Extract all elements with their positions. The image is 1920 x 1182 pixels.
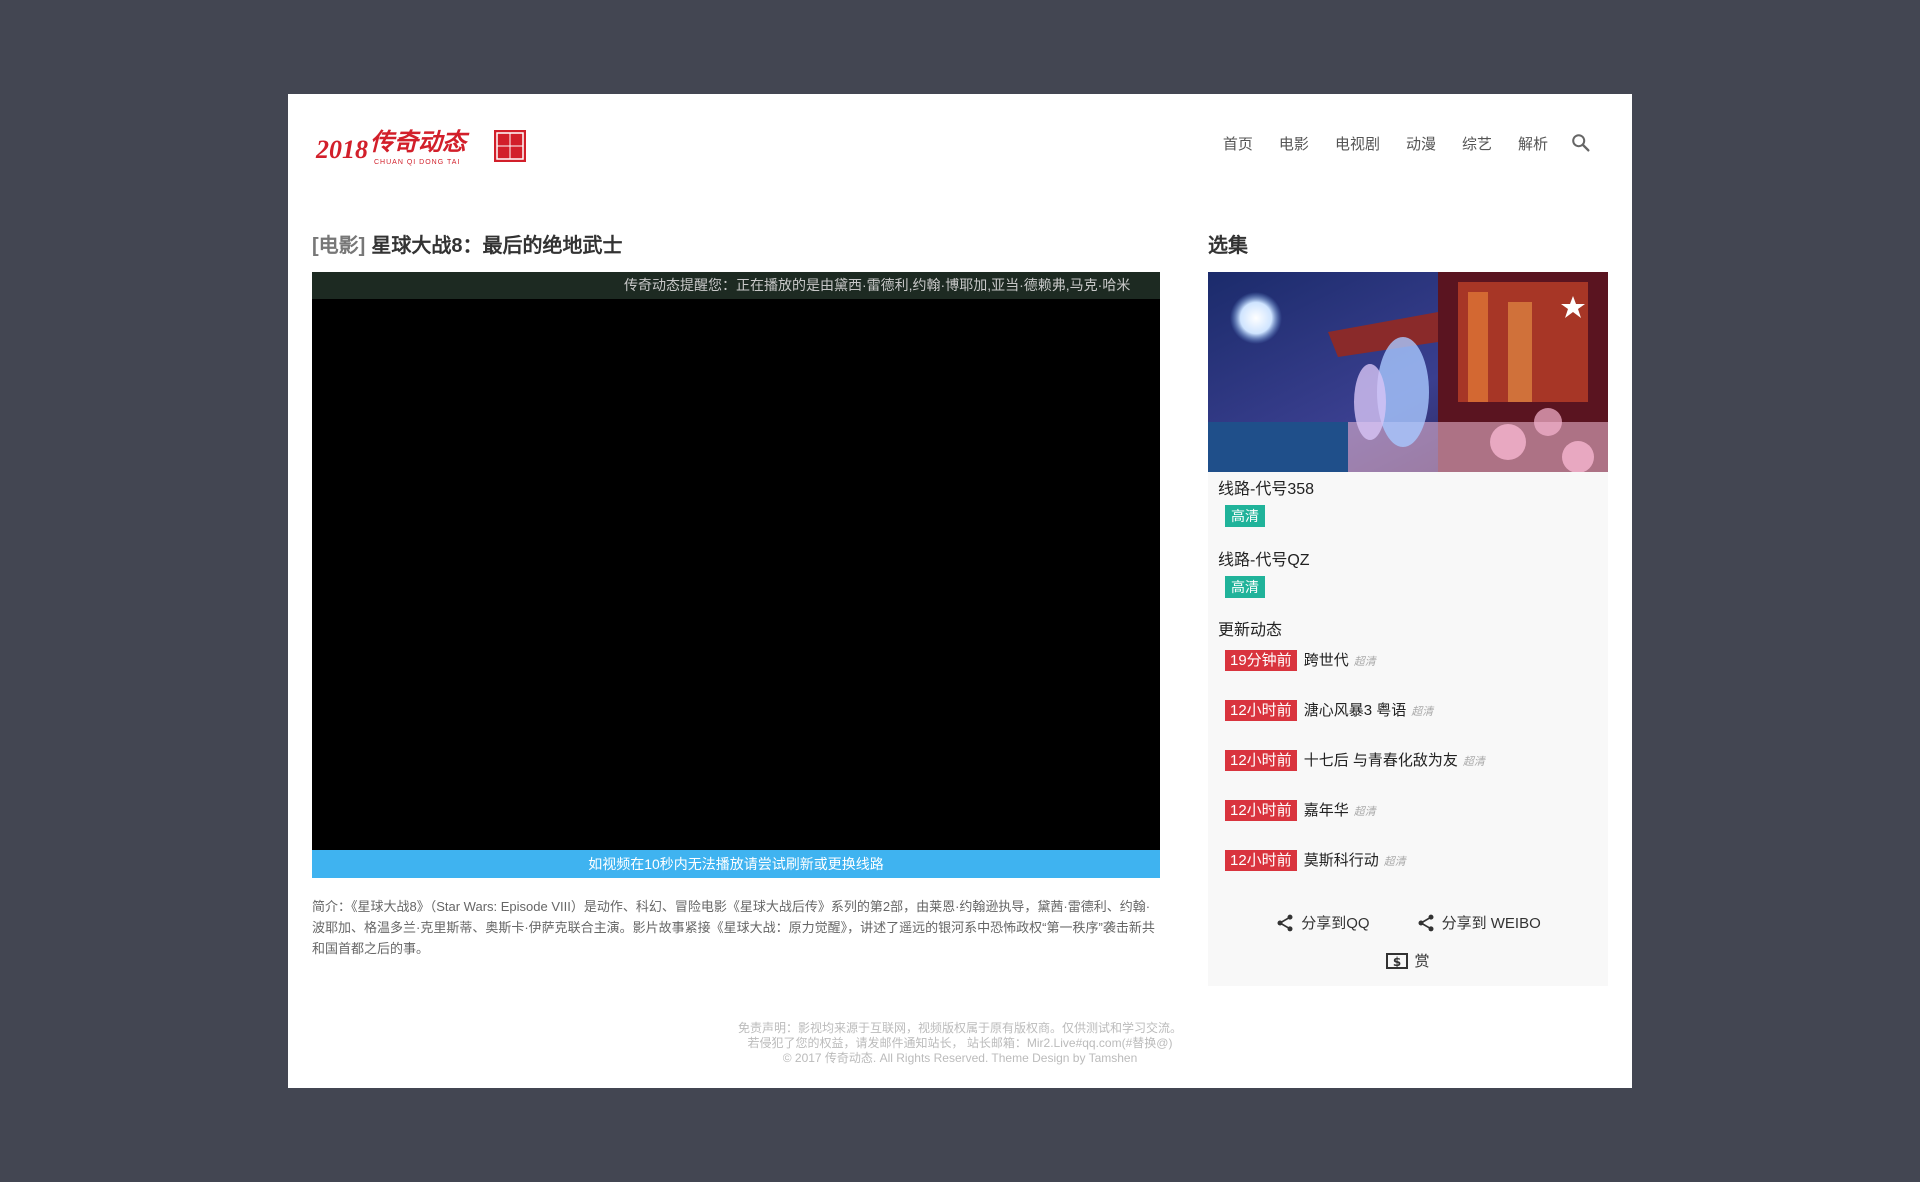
nav-home[interactable]: 首页	[1223, 133, 1253, 154]
page-card: 2018 传奇动态 CHUAN QI DONG TAI 首页 电影 电视剧 动漫…	[288, 94, 1632, 1088]
movie-description: 简介：《星球大战8》（Star Wars: Episode VIII）是动作、科…	[312, 899, 1155, 956]
nav-variety[interactable]: 综艺	[1462, 133, 1492, 154]
share-weibo-button[interactable]: 分享到 WEIBO	[1416, 912, 1541, 933]
list-item[interactable]: 12小时前 莫斯科行动 超清	[1225, 850, 1608, 900]
update-title[interactable]: 溏心风暴3 粤语	[1304, 700, 1407, 721]
hd-badge[interactable]: 高清	[1225, 576, 1265, 598]
share-weibo-label: 分享到 WEIBO	[1441, 915, 1541, 932]
line-block-qz: 线路-代号QZ 高清	[1208, 543, 1608, 614]
movie-title: 星球大战8：最后的绝地武士	[371, 235, 623, 257]
nav-movies[interactable]: 电影	[1279, 133, 1309, 154]
time-badge: 12小时前	[1225, 750, 1297, 771]
money-icon: $	[1386, 952, 1409, 969]
share-icon	[1277, 914, 1293, 931]
line-name: 线路-代号QZ	[1218, 552, 1310, 569]
svg-text:$: $	[1393, 955, 1401, 969]
time-badge: 12小时前	[1225, 850, 1297, 871]
category-label: [电影]	[312, 235, 366, 257]
page-title: [电影] 星球大战8：最后的绝地武士	[312, 229, 622, 258]
svg-text:传奇动态: 传奇动态	[370, 128, 470, 156]
list-item[interactable]: 12小时前 十七后 与青春化敌为友 超清	[1225, 750, 1608, 800]
list-item[interactable]: 12小时前 溏心风暴3 粤语 超清	[1225, 700, 1608, 750]
episodes-title: 选集	[1208, 235, 1248, 257]
svg-text:2018: 2018	[315, 135, 368, 164]
player-notice: 传奇动态提醒您：正在播放的是由黛西·雷德利,约翰·博耶加,亚当·德赖弗,马克·哈…	[312, 272, 1160, 299]
quality-label: 超清	[1353, 806, 1376, 818]
nav-anime[interactable]: 动漫	[1406, 133, 1436, 154]
quality-label: 超清	[1383, 856, 1406, 868]
hd-badge[interactable]: 高清	[1225, 505, 1265, 527]
poster-image	[1208, 272, 1608, 472]
time-badge: 12小时前	[1225, 800, 1297, 821]
footer-contact: 若侵犯了您的权益，请发邮件通知站长， 站长邮箱：Mir2.Live#qq.com…	[747, 1036, 1173, 1050]
share-qq-button[interactable]: 分享到QQ	[1275, 912, 1370, 933]
share-icon	[1418, 914, 1434, 931]
line-block-358: 线路-代号358 高清	[1208, 472, 1608, 543]
footer: 免责声明：影视均来源于互联网，视频版权属于原有版权商。仅供测试和学习交流。 若侵…	[288, 1021, 1632, 1066]
line-name: 线路-代号358	[1218, 481, 1315, 498]
updates-list: 19分钟前 跨世代 超清 12小时前 溏心风暴3 粤语 超清 12小时前 十七后…	[1208, 650, 1608, 900]
footer-copyright: © 2017 传奇动态. All Rights Reserved. Theme …	[782, 1051, 1138, 1065]
updates-title: 更新动态	[1218, 622, 1283, 639]
nav-tv[interactable]: 电视剧	[1335, 133, 1380, 154]
list-item[interactable]: 12小时前 嘉年华 超清	[1225, 800, 1608, 850]
share-qq-label: 分享到QQ	[1301, 915, 1370, 932]
nav-parse[interactable]: 解析	[1518, 133, 1548, 154]
list-item[interactable]: 19分钟前 跨世代 超清	[1225, 650, 1608, 700]
search-icon[interactable]	[1570, 132, 1592, 154]
reward-button[interactable]: $ 赏	[1208, 950, 1608, 971]
share-row: 分享到QQ 分享到 WEIBO	[1208, 912, 1608, 933]
site-logo[interactable]: 2018 传奇动态 CHUAN QI DONG TAI	[314, 124, 534, 170]
time-badge: 19分钟前	[1225, 650, 1297, 671]
reward-label: 赏	[1414, 953, 1430, 970]
player-tip-bar: 如视频在10秒内无法播放请尝试刷新或更换线路	[312, 850, 1160, 878]
quality-label: 超清	[1462, 756, 1485, 768]
quality-label: 超清	[1353, 656, 1376, 668]
sidebar: 线路-代号358 高清 线路-代号QZ 高清 更新动态 19分钟前 跨世代 超清…	[1208, 272, 1608, 986]
update-title[interactable]: 莫斯科行动	[1304, 850, 1379, 871]
main-nav: 首页 电影 电视剧 动漫 综艺 解析	[1197, 132, 1592, 154]
time-badge: 12小时前	[1225, 700, 1297, 721]
update-title[interactable]: 十七后 与青春化敌为友	[1304, 750, 1458, 771]
update-title[interactable]: 跨世代	[1304, 650, 1349, 671]
svg-text:CHUAN QI DONG TAI: CHUAN QI DONG TAI	[374, 159, 460, 166]
footer-disclaimer: 免责声明：影视均来源于互联网，视频版权属于原有版权商。仅供测试和学习交流。	[737, 1021, 1182, 1035]
update-title[interactable]: 嘉年华	[1304, 800, 1349, 821]
quality-label: 超清	[1411, 706, 1434, 718]
video-player[interactable]: 传奇动态提醒您：正在播放的是由黛西·雷德利,约翰·博耶加,亚当·德赖弗,马克·哈…	[312, 272, 1160, 878]
